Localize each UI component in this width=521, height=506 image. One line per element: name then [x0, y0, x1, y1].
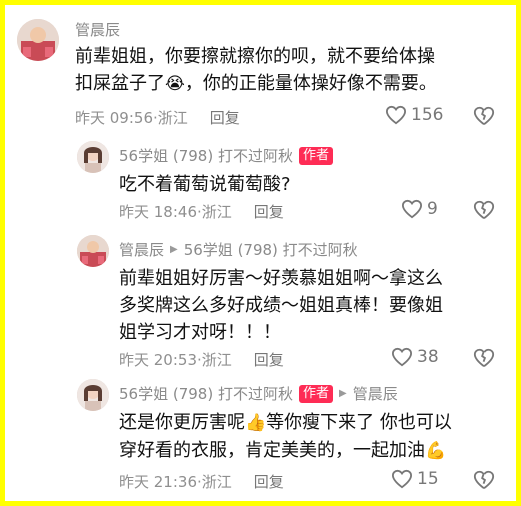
comment-location: 浙江 — [157, 109, 188, 127]
reply-button[interactable]: 回复 — [254, 349, 284, 370]
username[interactable]: 管晨辰 — [119, 239, 164, 260]
comment-text-segment: ，你的正能量体操好像不需要。 — [184, 73, 437, 94]
avatar[interactable] — [77, 379, 109, 411]
comment-meta: 昨天 18:46 · 浙江 回复 — [119, 201, 284, 222]
comment-list: 管晨辰 前辈姐姐，你要擦就擦你的呗，就不要给体操 扣屎盆子了😭，你的正能量体操好… — [5, 5, 516, 501]
comment-username[interactable]: 管晨辰 ▶ 56学姐 (798) 打不过阿秋 — [119, 239, 358, 260]
reply-target-username[interactable]: 管晨辰 — [353, 383, 398, 404]
reply-target-username[interactable]: 56学姐 (798) 打不过阿秋 — [184, 239, 358, 260]
like-button[interactable]: 9 — [401, 199, 438, 219]
comment-meta: 昨天 21:36 · 浙江 回复 — [119, 471, 284, 492]
comment-text-line: 扣屎盆子了😭，你的正能量体操好像不需要。 — [75, 70, 437, 98]
like-button[interactable]: 15 — [391, 469, 439, 489]
like-count: 15 — [417, 469, 439, 489]
like-count: 156 — [411, 105, 444, 125]
comment-username[interactable]: 管晨辰 — [75, 19, 120, 40]
comment-text: 还是你更厉害呢👍等你瘦下来了 你也可以 穿好看的衣服，肯定美美的，一起加油💪 — [119, 409, 452, 465]
thumbs-up-emoji-icon: 👍 — [245, 413, 267, 433]
comment-meta: 昨天 20:53 · 浙江 回复 — [119, 349, 284, 370]
author-badge: 作者 — [298, 384, 333, 403]
crying-emoji-icon: 😭 — [165, 74, 185, 94]
username[interactable]: 56学姐 (798) 打不过阿秋 — [119, 383, 293, 404]
comment-meta: 昨天 09:56 · 浙江 回复 — [75, 107, 240, 128]
broken-heart-icon[interactable] — [473, 199, 495, 221]
comment-text-line: 多奖牌这么多好成绩～姐姐真棒！要像姐 — [119, 295, 443, 316]
comment-text-segment: 穿好看的衣服，肯定美美的，一起加油 — [119, 440, 425, 461]
comment-text-line: 姐学习才对呀！！！ — [119, 322, 281, 343]
like-button[interactable]: 156 — [385, 105, 443, 125]
comment-location: 浙江 — [201, 473, 232, 491]
comment-text: 前辈姐姐好厉害～好羡慕姐姐啊～拿这么 多奖牌这么多好成绩～姐姐真棒！要像姐 姐学… — [119, 265, 443, 346]
cheer-emoji-icon: 💪 — [425, 441, 447, 461]
avatar[interactable] — [17, 19, 59, 61]
comment-username[interactable]: 56学姐 (798) 打不过阿秋 作者 — [119, 145, 333, 166]
broken-heart-icon[interactable] — [473, 105, 495, 127]
comment-time: 昨天 18:46 — [119, 203, 197, 221]
comment-text-line: 前辈姐姐，你要擦就擦你的呗，就不要给体操 — [75, 46, 435, 67]
comment-text-line: 吃不着葡萄说葡萄酸? — [119, 174, 291, 195]
like-count: 38 — [417, 347, 439, 367]
comment-time: 昨天 21:36 — [119, 473, 197, 491]
heart-outline-icon — [391, 347, 413, 367]
avatar[interactable] — [77, 235, 109, 267]
username[interactable]: 管晨辰 — [75, 19, 120, 40]
avatar[interactable] — [77, 141, 109, 173]
triangle-right-icon: ▶ — [170, 244, 178, 255]
comment-username[interactable]: 56学姐 (798) 打不过阿秋 作者 ▶ 管晨辰 — [119, 383, 398, 404]
reply-button[interactable]: 回复 — [254, 201, 284, 222]
comment-text-segment: 还是你更厉害呢 — [119, 412, 245, 433]
comment-text: 前辈姐姐，你要擦就擦你的呗，就不要给体操 扣屎盆子了😭，你的正能量体操好像不需要… — [75, 43, 437, 98]
comment-location: 浙江 — [201, 203, 232, 221]
comment-text-segment: 扣屎盆子了 — [75, 73, 165, 94]
broken-heart-icon[interactable] — [473, 469, 495, 491]
heart-outline-icon — [391, 469, 413, 489]
triangle-right-icon: ▶ — [338, 388, 347, 399]
comment-text: 吃不着葡萄说葡萄酸? — [119, 171, 291, 198]
username[interactable]: 56学姐 (798) 打不过阿秋 — [119, 145, 293, 166]
comment-location: 浙江 — [201, 351, 232, 369]
comment-text-segment: 等你瘦下来了 你也可以 — [266, 412, 452, 433]
comment-text-line: 穿好看的衣服，肯定美美的，一起加油💪 — [119, 437, 452, 465]
comment-time: 昨天 09:56 — [75, 109, 153, 127]
reply-button[interactable]: 回复 — [210, 107, 240, 128]
comment-time: 昨天 20:53 — [119, 351, 197, 369]
author-badge: 作者 — [298, 146, 333, 165]
heart-outline-icon — [385, 105, 407, 125]
like-button[interactable]: 38 — [391, 347, 439, 367]
broken-heart-icon[interactable] — [473, 347, 495, 369]
comment-text-line: 前辈姐姐好厉害～好羡慕姐姐啊～拿这么 — [119, 268, 443, 289]
like-count: 9 — [427, 199, 438, 219]
heart-outline-icon — [401, 199, 423, 219]
comment-text-line: 还是你更厉害呢👍等你瘦下来了 你也可以 — [119, 409, 452, 437]
reply-button[interactable]: 回复 — [254, 471, 284, 492]
